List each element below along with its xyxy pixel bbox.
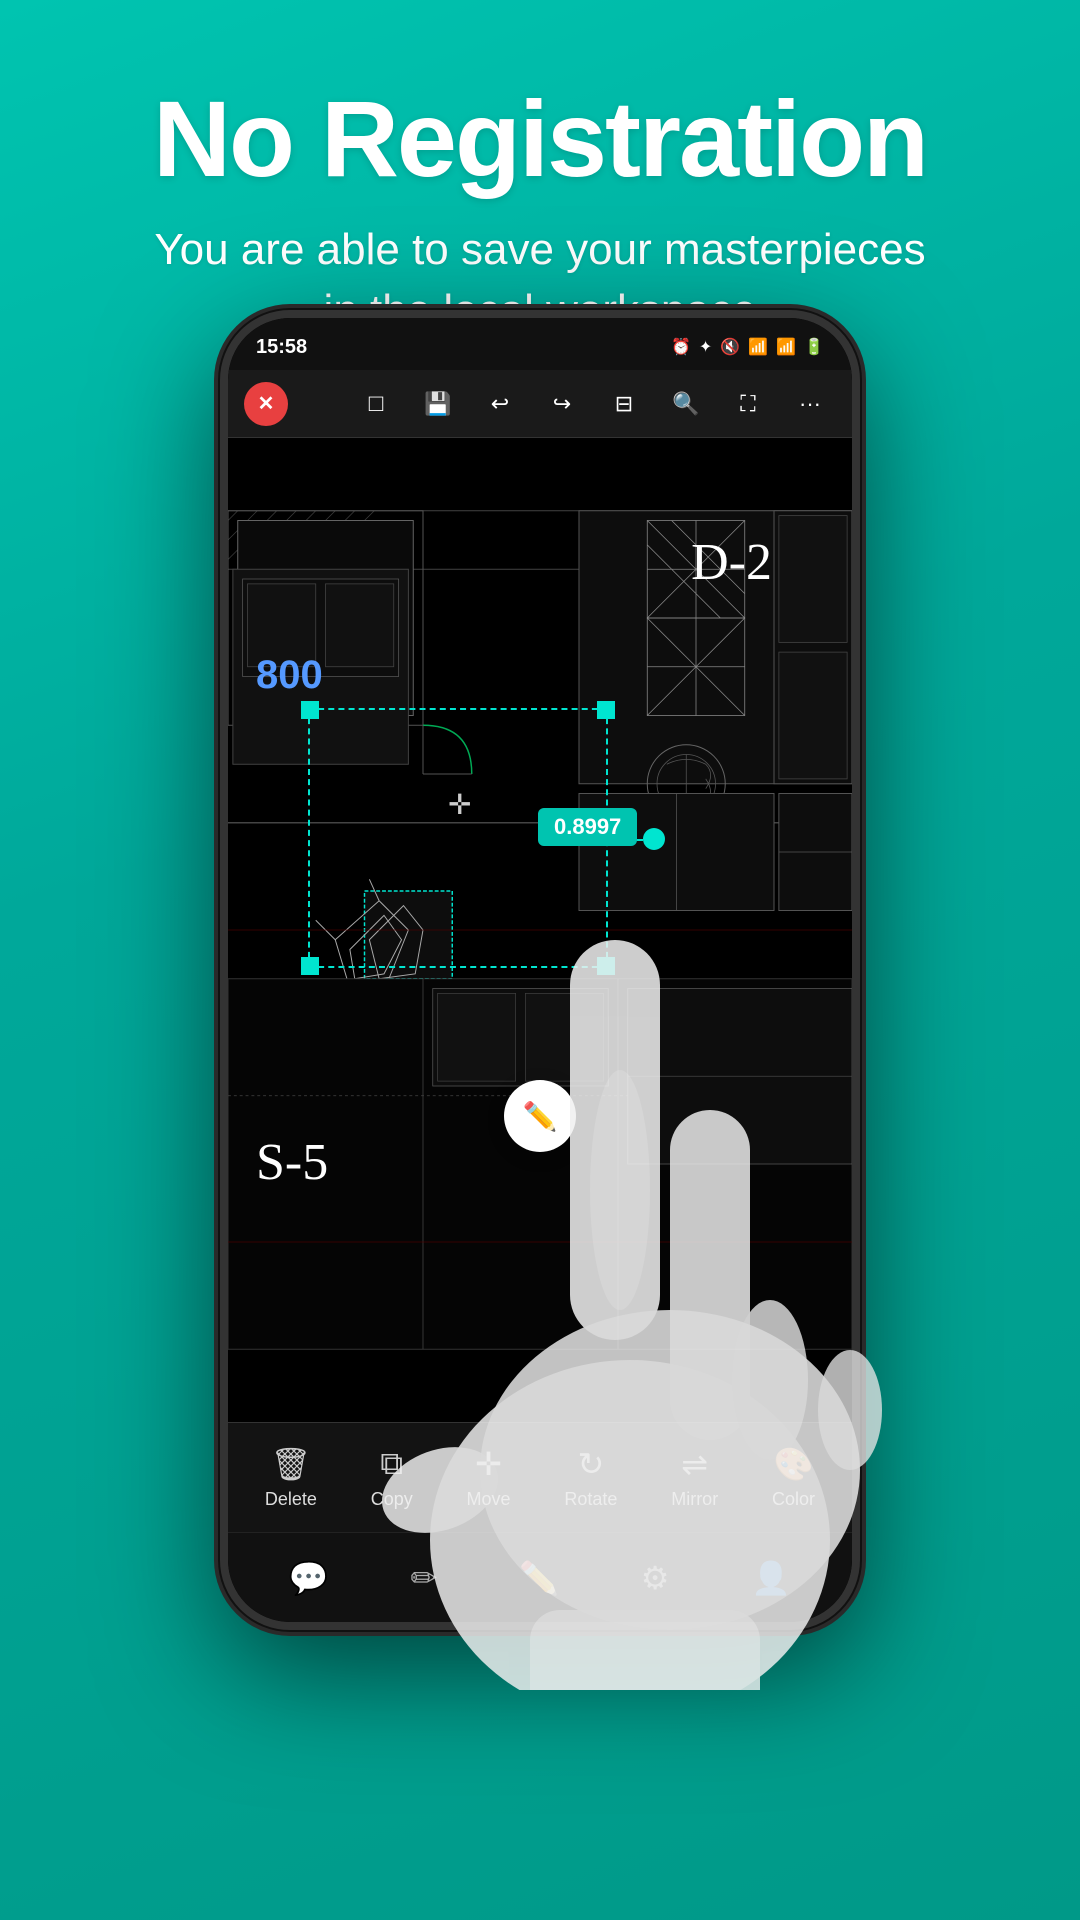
sel-handle-bl[interactable]: [301, 957, 319, 975]
file-button[interactable]: □: [350, 378, 402, 430]
mirror-icon: ⇌: [681, 1445, 708, 1483]
color-tool[interactable]: 🎨 Color: [772, 1445, 815, 1510]
cad-label-s5: S-5: [256, 1133, 328, 1192]
fab-icon: ✏️: [523, 1100, 558, 1133]
more-button[interactable]: ···: [784, 378, 836, 430]
main-title: No Registration: [60, 80, 1020, 199]
status-icons: ⏰ ✦ 🔇 📶 📶 🔋: [671, 337, 824, 357]
cad-label-d2: D-2: [691, 533, 772, 592]
rotate-icon: ↻: [577, 1445, 604, 1483]
signal2-icon: 📶: [776, 337, 796, 357]
cad-area[interactable]: D-2 800 S-5 ✛ 0.8997: [228, 438, 852, 1422]
copy-tool[interactable]: ⧉ Copy: [371, 1445, 413, 1510]
status-time: 15:58: [256, 336, 307, 359]
close-button[interactable]: ✕: [244, 382, 288, 426]
delete-icon: 🗑: [271, 1445, 312, 1483]
close-icon: ✕: [258, 391, 275, 416]
cad-label-800: 800: [256, 653, 323, 698]
app-toolbar: ✕ □ 💾 ↩ ↪ ⊟ 🔍: [228, 370, 852, 438]
undo-icon: ↩: [491, 391, 509, 417]
sel-handle-tr[interactable]: [597, 701, 615, 719]
status-bar: 15:58 ⏰ ✦ 🔇 📶 📶 🔋: [228, 318, 852, 370]
battery-icon: 🔋: [804, 337, 824, 357]
signal-icon: 📶: [748, 337, 768, 357]
more-icon: ···: [799, 391, 821, 417]
fullscreen-icon: ⛶: [740, 391, 755, 417]
sel-handle-br[interactable]: [597, 957, 615, 975]
chat-nav-icon[interactable]: 💬: [289, 1559, 329, 1597]
alarm-icon: ⏰: [671, 337, 691, 357]
fab-button[interactable]: ✏️: [504, 1080, 576, 1152]
redo-button[interactable]: ↪: [536, 378, 588, 430]
settings-nav-icon[interactable]: ⚙: [641, 1559, 670, 1597]
phone-frame: 15:58 ⏰ ✦ 🔇 📶 📶 🔋 ✕ □: [220, 310, 860, 1630]
fullscreen-button[interactable]: ⛶: [722, 378, 774, 430]
move-icon: ✛: [475, 1445, 502, 1483]
mirror-label: Mirror: [671, 1489, 718, 1510]
save-button[interactable]: 💾: [412, 378, 464, 430]
phone-screen: 15:58 ⏰ ✦ 🔇 📶 📶 🔋 ✕ □: [228, 318, 852, 1622]
layout-button[interactable]: ⊟: [598, 378, 650, 430]
mute-icon: 🔇: [720, 337, 740, 357]
phone-wrapper: 15:58 ⏰ ✦ 🔇 📶 📶 🔋 ✕ □: [220, 310, 860, 1630]
undo-button[interactable]: ↩: [474, 378, 526, 430]
move-tool[interactable]: ✛ Move: [467, 1445, 511, 1510]
color-icon: 🎨: [774, 1445, 814, 1483]
bottom-toolbar: 🗑 Delete ⧉ Copy ✛ Move ↻ Rotate ⇌ Mir: [228, 1422, 852, 1532]
dimension-tooltip: 0.8997: [538, 808, 637, 846]
delete-label: Delete: [265, 1489, 317, 1510]
bottom-nav: 💬 ✏ ✏️ ⚙ 👤: [228, 1532, 852, 1622]
redo-icon: ↪: [553, 391, 571, 417]
layout-icon: ⊟: [615, 391, 633, 417]
zoom-icon: 🔍: [672, 391, 699, 417]
rotation-handle[interactable]: [643, 828, 665, 850]
pencil-nav-icon[interactable]: ✏: [411, 1559, 438, 1597]
move-cursor-icon: ✛: [448, 788, 471, 821]
zoom-button[interactable]: 🔍: [660, 378, 712, 430]
rotate-label: Rotate: [564, 1489, 617, 1510]
copy-label: Copy: [371, 1489, 413, 1510]
color-label: Color: [772, 1489, 815, 1510]
file-icon: □: [369, 390, 384, 418]
copy-icon: ⧉: [380, 1445, 403, 1483]
rotate-tool[interactable]: ↻ Rotate: [564, 1445, 617, 1510]
sel-handle-tl[interactable]: [301, 701, 319, 719]
move-label: Move: [467, 1489, 511, 1510]
bluetooth-icon: ✦: [699, 337, 712, 357]
edit-nav-icon[interactable]: ✏️: [519, 1559, 559, 1597]
profile-nav-icon[interactable]: 👤: [751, 1559, 791, 1597]
save-icon: 💾: [424, 391, 451, 417]
delete-tool[interactable]: 🗑 Delete: [265, 1445, 317, 1510]
mirror-tool[interactable]: ⇌ Mirror: [671, 1445, 718, 1510]
